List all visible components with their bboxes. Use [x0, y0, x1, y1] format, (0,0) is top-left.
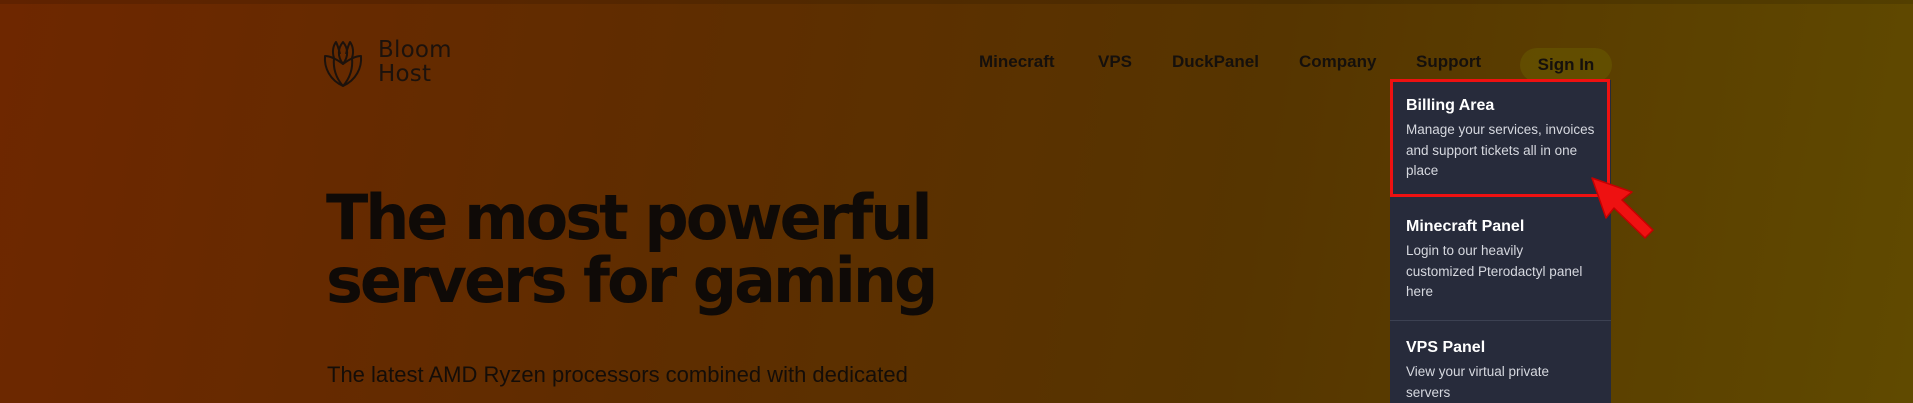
dropdown-item-billing-area[interactable]: Billing Area Manage your services, invoi…	[1390, 96, 1611, 182]
support-dropdown-menu: Billing Area Manage your services, invoi…	[1390, 80, 1611, 403]
nav-item-duckpanel[interactable]: DuckPanel	[1172, 52, 1259, 72]
top-edge-shade	[0, 0, 1913, 4]
sign-in-button[interactable]: Sign In	[1520, 48, 1612, 82]
dropdown-item-title: Billing Area	[1406, 97, 1495, 114]
main-nav: Minecraft VPS DuckPanel Company Support	[0, 52, 1913, 76]
dropdown-item-description: Login to our heavily customized Pterodac…	[1406, 243, 1583, 299]
hero-title: The most powerful servers for gaming	[326, 186, 1026, 312]
dropdown-item-minecraft-panel[interactable]: Minecraft Panel Login to our heavily cus…	[1390, 217, 1611, 303]
nav-item-support[interactable]: Support	[1416, 52, 1481, 72]
dropdown-item-title: Minecraft Panel	[1406, 218, 1525, 235]
hero-title-line2: servers for gaming	[326, 244, 938, 317]
dropdown-item-vps-panel[interactable]: VPS Panel View your virtual private serv…	[1390, 338, 1611, 403]
dropdown-item-title: VPS Panel	[1406, 339, 1486, 356]
dropdown-item-description: Manage your services, invoices and suppo…	[1406, 122, 1595, 178]
nav-item-minecraft[interactable]: Minecraft	[979, 52, 1055, 72]
dropdown-item-description: View your virtual private servers	[1406, 364, 1550, 400]
hero-subtitle: The latest AMD Ryzen processors combined…	[327, 362, 908, 387]
red-pointer-arrow-icon	[1591, 177, 1654, 239]
dropdown-divider	[1390, 320, 1611, 321]
nav-item-vps[interactable]: VPS	[1098, 52, 1132, 72]
nav-item-company[interactable]: Company	[1299, 52, 1376, 72]
